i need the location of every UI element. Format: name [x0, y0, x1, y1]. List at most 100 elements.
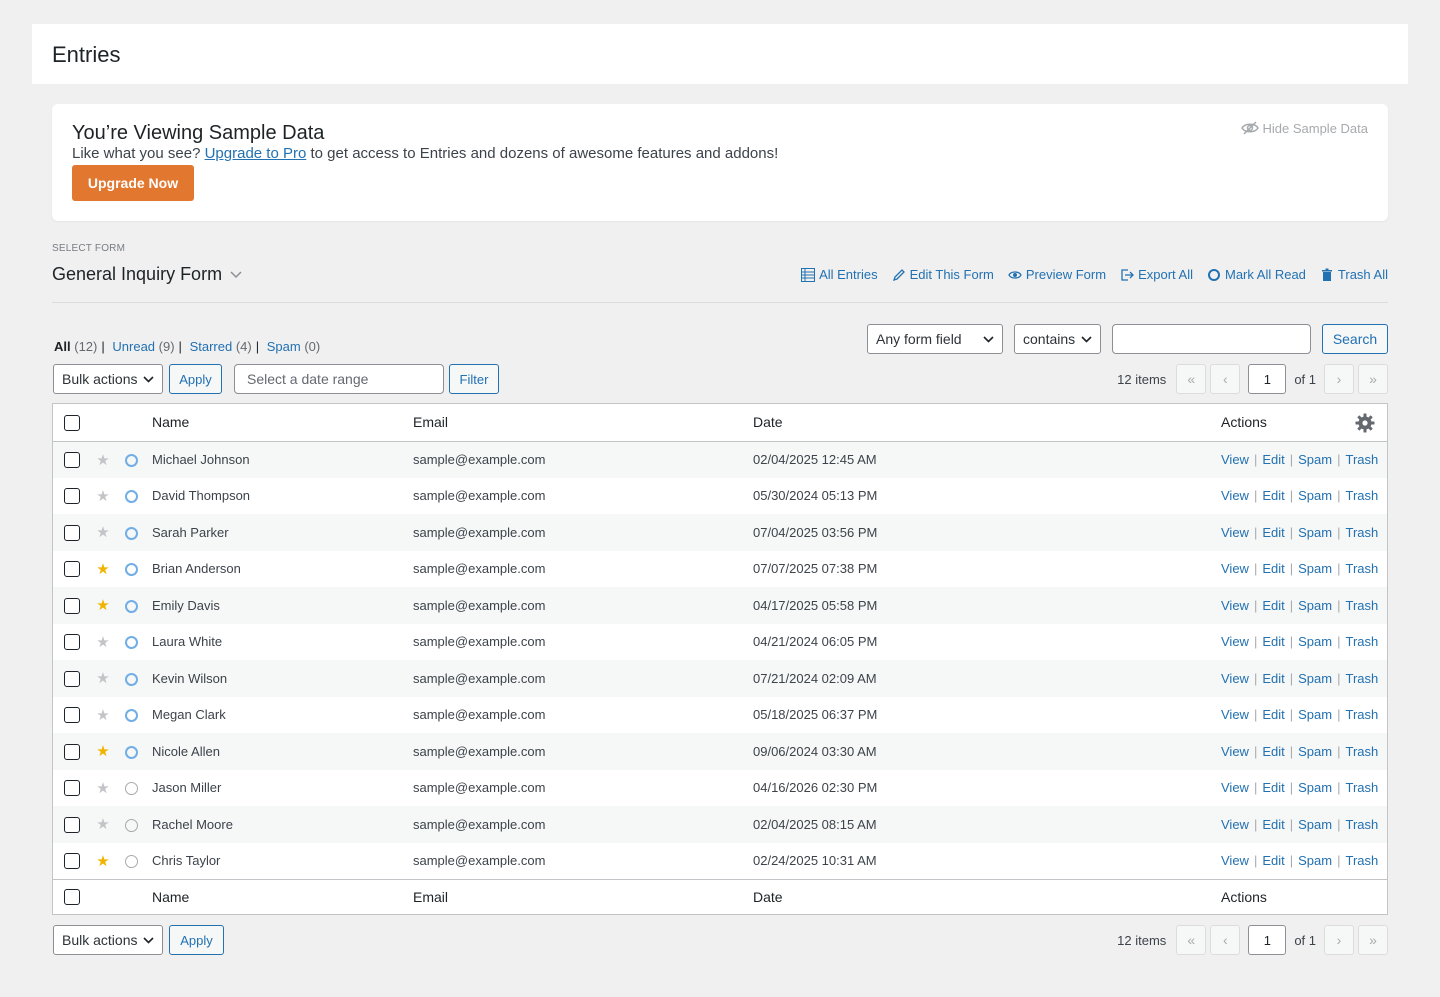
row-action-view[interactable]: View [1221, 452, 1249, 467]
search-operator-select[interactable]: contains [1014, 324, 1101, 354]
prev-page-button[interactable]: ‹ [1210, 925, 1241, 955]
read-status-icon[interactable] [124, 855, 138, 869]
row-action-trash[interactable]: Trash [1346, 634, 1379, 649]
filter-all[interactable]: All [54, 339, 71, 354]
row-action-edit[interactable]: Edit [1262, 561, 1284, 576]
select-all-checkbox-footer[interactable] [64, 889, 80, 906]
first-page-button[interactable]: « [1176, 364, 1207, 394]
row-action-edit[interactable]: Edit [1262, 744, 1284, 759]
star-icon[interactable]: ★ [96, 816, 109, 833]
row-action-trash[interactable]: Trash [1346, 561, 1379, 576]
read-status-icon[interactable] [124, 490, 138, 504]
row-action-view[interactable]: View [1221, 780, 1249, 795]
row-checkbox[interactable] [64, 707, 80, 724]
star-icon[interactable]: ★ [96, 524, 109, 541]
row-checkbox[interactable] [64, 634, 80, 651]
read-status-icon[interactable] [124, 563, 138, 577]
row-action-spam[interactable]: Spam [1298, 707, 1332, 722]
star-icon[interactable]: ★ [96, 634, 109, 651]
current-page-input[interactable]: 1 [1248, 925, 1287, 955]
row-action-edit[interactable]: Edit [1262, 634, 1284, 649]
date-range-input[interactable]: Select a date range [234, 364, 444, 394]
next-page-button[interactable]: › [1324, 364, 1354, 394]
row-action-view[interactable]: View [1221, 488, 1249, 503]
row-checkbox[interactable] [64, 561, 80, 578]
row-action-trash[interactable]: Trash [1346, 671, 1379, 686]
row-action-edit[interactable]: Edit [1262, 488, 1284, 503]
row-action-view[interactable]: View [1221, 744, 1249, 759]
last-page-button[interactable]: » [1358, 364, 1388, 394]
filter-spam[interactable]: Spam [267, 339, 301, 354]
bulk-actions-select[interactable]: Bulk actions [53, 364, 163, 394]
read-status-icon[interactable] [124, 636, 138, 650]
read-status-icon[interactable] [124, 745, 138, 759]
read-status-icon[interactable] [124, 782, 138, 796]
row-action-view[interactable]: View [1221, 525, 1249, 540]
star-icon[interactable]: ★ [96, 452, 109, 469]
filter-unread[interactable]: Unread [112, 339, 155, 354]
row-action-spam[interactable]: Spam [1298, 488, 1332, 503]
row-checkbox[interactable] [64, 816, 80, 833]
row-checkbox[interactable] [64, 524, 80, 541]
last-page-button[interactable]: » [1358, 925, 1388, 955]
row-checkbox[interactable] [64, 670, 80, 687]
row-action-spam[interactable]: Spam [1298, 780, 1332, 795]
row-action-spam[interactable]: Spam [1298, 452, 1332, 467]
apply-button[interactable]: Apply [169, 364, 222, 394]
row-action-trash[interactable]: Trash [1346, 853, 1379, 868]
row-action-edit[interactable]: Edit [1262, 598, 1284, 613]
read-status-icon[interactable] [124, 599, 138, 613]
row-checkbox[interactable] [64, 743, 80, 760]
export-all-link[interactable]: Export All [1120, 267, 1193, 282]
select-all-checkbox[interactable] [64, 414, 80, 431]
next-page-button[interactable]: › [1324, 925, 1354, 955]
row-action-edit[interactable]: Edit [1262, 780, 1284, 795]
row-action-view[interactable]: View [1221, 817, 1249, 832]
current-page-input[interactable]: 1 [1248, 364, 1287, 394]
apply-button-bottom[interactable]: Apply [169, 925, 224, 955]
star-icon[interactable]: ★ [96, 561, 109, 578]
row-action-trash[interactable]: Trash [1346, 780, 1379, 795]
first-page-button[interactable]: « [1176, 925, 1207, 955]
upgrade-now-button[interactable]: Upgrade Now [72, 165, 194, 201]
star-icon[interactable]: ★ [96, 743, 109, 760]
read-status-icon[interactable] [124, 454, 138, 468]
row-action-edit[interactable]: Edit [1262, 671, 1284, 686]
filter-starred[interactable]: Starred [190, 339, 233, 354]
star-icon[interactable]: ★ [96, 670, 109, 687]
row-action-trash[interactable]: Trash [1346, 598, 1379, 613]
row-action-trash[interactable]: Trash [1346, 488, 1379, 503]
search-field-select[interactable]: Any form field [867, 324, 1003, 354]
row-action-spam[interactable]: Spam [1298, 598, 1332, 613]
read-status-icon[interactable] [124, 526, 138, 540]
row-action-edit[interactable]: Edit [1262, 525, 1284, 540]
mark-all-read-link[interactable]: Mark All Read [1207, 267, 1306, 282]
search-button[interactable]: Search [1322, 324, 1388, 354]
filter-button[interactable]: Filter [449, 364, 499, 394]
row-action-edit[interactable]: Edit [1262, 707, 1284, 722]
prev-page-button[interactable]: ‹ [1210, 364, 1241, 394]
row-checkbox[interactable] [64, 852, 80, 869]
star-icon[interactable]: ★ [96, 853, 109, 870]
edit-form-link[interactable]: Edit This Form [892, 267, 994, 282]
row-action-edit[interactable]: Edit [1262, 452, 1284, 467]
row-action-view[interactable]: View [1221, 671, 1249, 686]
row-action-view[interactable]: View [1221, 561, 1249, 576]
bulk-actions-select-bottom[interactable]: Bulk actions [53, 925, 163, 955]
read-status-icon[interactable] [124, 709, 138, 723]
row-checkbox[interactable] [64, 780, 80, 797]
search-input[interactable] [1112, 324, 1311, 354]
row-action-view[interactable]: View [1221, 598, 1249, 613]
row-action-edit[interactable]: Edit [1262, 853, 1284, 868]
row-action-trash[interactable]: Trash [1346, 744, 1379, 759]
row-action-trash[interactable]: Trash [1346, 817, 1379, 832]
trash-all-link[interactable]: Trash All [1320, 267, 1388, 282]
star-icon[interactable]: ★ [96, 597, 109, 614]
star-icon[interactable]: ★ [96, 780, 109, 797]
all-entries-link[interactable]: All Entries [801, 267, 878, 282]
star-icon[interactable]: ★ [96, 707, 109, 724]
row-action-trash[interactable]: Trash [1346, 525, 1379, 540]
row-action-spam[interactable]: Spam [1298, 853, 1332, 868]
row-action-view[interactable]: View [1221, 707, 1249, 722]
row-checkbox[interactable] [64, 488, 80, 505]
